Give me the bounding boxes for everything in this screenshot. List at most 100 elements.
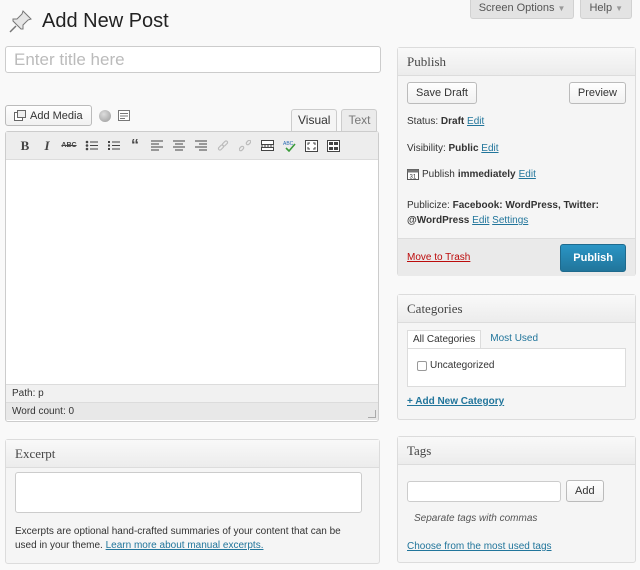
link-icon xyxy=(217,139,229,151)
editor-tabs: Visual Text xyxy=(291,109,378,131)
tab-most-used[interactable]: Most Used xyxy=(485,330,543,349)
chevron-down-icon: ▼ xyxy=(557,4,566,13)
uncategorized-checkbox[interactable] xyxy=(417,360,427,371)
choose-most-used-tags-link[interactable]: Choose from the most used tags xyxy=(407,541,552,552)
insert-link-button[interactable] xyxy=(212,136,234,156)
bold-button[interactable]: B xyxy=(14,136,36,156)
visibility-row: Visibility: Public Edit xyxy=(398,143,635,154)
tags-hint: Separate tags with commas xyxy=(414,513,538,524)
page-title: Add New Post xyxy=(42,9,169,32)
poll-icon[interactable] xyxy=(98,109,111,122)
excerpt-box: Excerpt Excerpts are optional hand-craft… xyxy=(5,439,380,564)
media-icon xyxy=(14,110,26,121)
edit-schedule-link[interactable]: Edit xyxy=(519,169,536,180)
strikethrough-button[interactable]: ABC xyxy=(58,136,80,156)
align-right-icon xyxy=(195,140,207,151)
status-value: Draft xyxy=(440,116,465,127)
tab-all-categories[interactable]: All Categories xyxy=(407,330,482,349)
publicize-label: Publicize: xyxy=(407,200,450,211)
fullscreen-icon xyxy=(304,139,318,152)
tab-text[interactable]: Text xyxy=(341,109,378,131)
publish-label: Publish xyxy=(422,168,455,180)
status-label: Status: xyxy=(407,116,439,127)
tags-input[interactable] xyxy=(407,481,561,502)
add-media-button[interactable]: Add Media xyxy=(5,105,92,126)
schedule-row: 31 Publish immediately Edit xyxy=(398,168,635,180)
tags-box: Tags Add Separate tags with commas Choos… xyxy=(397,436,636,563)
add-tag-button[interactable]: Add xyxy=(566,480,604,502)
categories-box: Categories All Categories Most Used Unca… xyxy=(397,294,636,420)
editor-toolbar: B I ABC “ ABC xyxy=(6,132,378,160)
visibility-value: Public xyxy=(448,143,479,154)
help-tab[interactable]: Help ▼ xyxy=(580,0,632,19)
calendar-icon: 31 xyxy=(407,169,419,181)
fullscreen-button[interactable] xyxy=(300,136,322,156)
post-title-input[interactable] xyxy=(5,46,381,73)
publish-box: Publish Save Draft Preview Status: Draft… xyxy=(397,47,636,276)
tags-heading: Tags xyxy=(398,437,635,465)
publish-actions-top: Save Draft Preview xyxy=(398,82,635,104)
publish-value: immediately xyxy=(457,168,516,180)
status-row: Status: Draft Edit xyxy=(398,116,635,127)
pushpin-icon xyxy=(9,10,32,33)
resize-handle-icon[interactable] xyxy=(368,410,376,418)
word-count: Word count: 0 xyxy=(12,406,75,417)
bullet-list-icon xyxy=(85,140,98,151)
numbered-list-icon xyxy=(107,141,120,150)
screen-options-tab[interactable]: Screen Options ▼ xyxy=(469,0,575,19)
insert-more-button[interactable] xyxy=(256,136,278,156)
screen-options-label: Screen Options xyxy=(478,2,555,14)
save-draft-button[interactable]: Save Draft xyxy=(407,82,477,104)
add-media-label: Add Media xyxy=(30,109,83,122)
post-editor: B I ABC “ ABC Path: p Word count: 0 xyxy=(5,131,379,422)
editor-path: Path: p xyxy=(6,384,378,402)
category-label: Uncategorized xyxy=(430,360,495,371)
publish-button[interactable]: Publish xyxy=(560,243,626,272)
list-item[interactable]: Uncategorized xyxy=(417,360,494,371)
svg-text:ABC: ABC xyxy=(283,141,294,147)
toolbar-toggle-icon xyxy=(326,139,340,152)
excerpt-note: Excerpts are optional hand-crafted summa… xyxy=(15,525,365,553)
unlink-button[interactable] xyxy=(234,136,256,156)
categories-heading: Categories xyxy=(398,295,635,323)
edit-publicize-link[interactable]: Edit xyxy=(472,215,489,226)
align-left-icon xyxy=(151,140,163,151)
align-center-icon xyxy=(173,140,185,151)
media-buttons: Add Media xyxy=(5,105,130,126)
italic-button[interactable]: I xyxy=(36,136,58,156)
editor-content-area[interactable] xyxy=(6,160,378,384)
publish-heading: Publish xyxy=(398,48,635,76)
learn-more-excerpts-link[interactable]: Learn more about manual excerpts. xyxy=(106,540,264,551)
blockquote-button[interactable]: “ xyxy=(124,136,146,156)
bullet-list-button[interactable] xyxy=(80,136,102,156)
form-icon[interactable] xyxy=(117,110,130,121)
category-list: Uncategorized xyxy=(407,348,626,387)
edit-status-link[interactable]: Edit xyxy=(467,116,484,127)
edit-visibility-link[interactable]: Edit xyxy=(481,143,498,154)
chevron-down-icon: ▼ xyxy=(615,4,623,13)
strikethrough-label: ABC xyxy=(61,142,77,149)
svg-text:31: 31 xyxy=(410,175,417,181)
screen-meta-links: Screen Options ▼ Help ▼ xyxy=(469,0,632,19)
more-tag-icon xyxy=(260,140,274,151)
publish-actions: Move to Trash Publish xyxy=(398,238,635,276)
kitchen-sink-button[interactable] xyxy=(322,136,344,156)
align-right-button[interactable] xyxy=(190,136,212,156)
move-to-trash-link[interactable]: Move to Trash xyxy=(407,252,470,263)
help-label: Help xyxy=(589,2,613,14)
preview-button[interactable]: Preview xyxy=(568,82,626,104)
page-header: Add New Post xyxy=(8,8,169,34)
publicize-row: Publicize: Facebook: WordPress, Twitter:… xyxy=(398,198,635,228)
numbered-list-button[interactable] xyxy=(102,136,124,156)
tab-visual[interactable]: Visual xyxy=(291,109,338,131)
spellcheck-button[interactable]: ABC xyxy=(278,136,300,156)
publicize-settings-link[interactable]: Settings xyxy=(492,215,528,226)
word-count-bar: Word count: 0 xyxy=(6,402,378,420)
excerpt-heading: Excerpt xyxy=(6,440,379,468)
excerpt-textarea[interactable] xyxy=(15,472,362,513)
align-center-button[interactable] xyxy=(168,136,190,156)
add-new-category-link[interactable]: + Add New Category xyxy=(407,396,504,407)
spellcheck-icon: ABC xyxy=(283,141,296,152)
align-left-button[interactable] xyxy=(146,136,168,156)
visibility-label: Visibility: xyxy=(407,143,446,154)
